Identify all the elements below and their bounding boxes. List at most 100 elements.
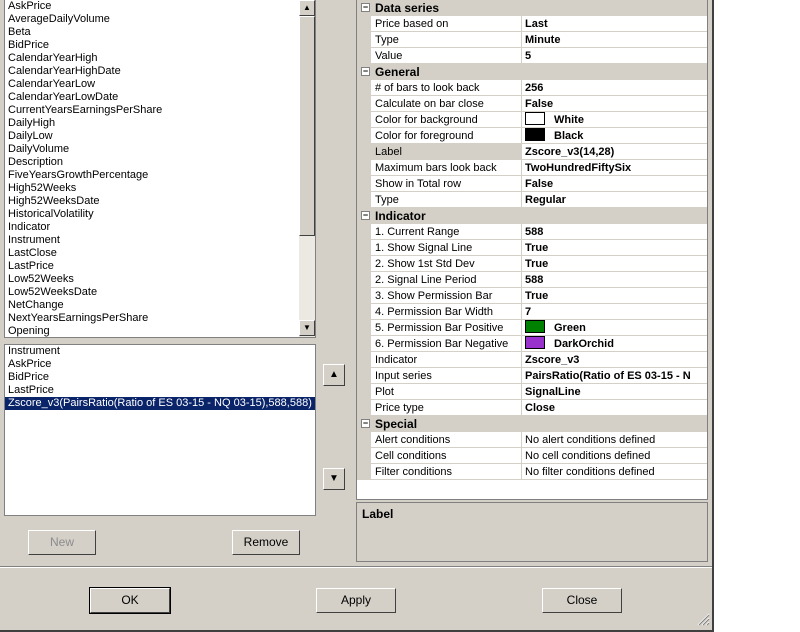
selected-column-item[interactable]: BidPrice <box>5 371 315 384</box>
property-value[interactable]: Last <box>522 16 707 32</box>
category-row[interactable]: − Indicator <box>357 208 707 224</box>
available-field-item[interactable]: CalendarYearLow <box>5 78 301 91</box>
selected-column-item[interactable]: AskPrice <box>5 358 315 371</box>
property-row[interactable]: 2. Signal Line Period 588 <box>357 272 707 288</box>
property-value[interactable]: PairsRatio(Ratio of ES 03-15 - N <box>522 368 707 384</box>
available-field-item[interactable]: DailyHigh <box>5 117 301 130</box>
property-row[interactable]: Input series PairsRatio(Ratio of ES 03-15… <box>357 368 707 384</box>
property-row[interactable]: Indicator Zscore_v3 <box>357 352 707 368</box>
available-field-item[interactable]: NextYearsEarningsPerShare <box>5 312 301 325</box>
resize-grip-icon[interactable] <box>696 612 710 626</box>
available-field-item[interactable]: CalendarYearLowDate <box>5 91 301 104</box>
category-row[interactable]: − Special <box>357 416 707 432</box>
available-field-item[interactable]: AverageDailyVolume <box>5 13 301 26</box>
remove-button[interactable]: Remove <box>232 530 300 555</box>
property-row[interactable]: 1. Show Signal Line True <box>357 240 707 256</box>
available-field-item[interactable]: Low52Weeks <box>5 273 301 286</box>
available-field-item[interactable]: NetChange <box>5 299 301 312</box>
available-field-item[interactable]: CalendarYearHigh <box>5 52 301 65</box>
property-row[interactable]: Maximum bars look back TwoHundredFiftySix <box>357 160 707 176</box>
apply-button[interactable]: Apply <box>316 588 396 613</box>
available-field-item[interactable]: FiveYearsGrowthPercentage <box>5 169 301 182</box>
property-row[interactable]: 4. Permission Bar Width 7 <box>357 304 707 320</box>
property-value[interactable]: No filter conditions defined <box>522 464 707 480</box>
category-row[interactable]: − Data series <box>357 0 707 16</box>
property-row[interactable]: Label Zscore_v3(14,28) <box>357 144 707 160</box>
scrollbar-thumb[interactable] <box>299 16 315 236</box>
property-row[interactable]: Type Regular <box>357 192 707 208</box>
available-field-item[interactable]: BidPrice <box>5 39 301 52</box>
property-row[interactable]: Type Minute <box>357 32 707 48</box>
available-field-item[interactable]: CurrentYearsEarningsPerShare <box>5 104 301 117</box>
available-field-item[interactable]: High52Weeks <box>5 182 301 195</box>
property-value[interactable]: Zscore_v3(14,28) <box>522 144 707 160</box>
property-row[interactable]: # of bars to look back 256 <box>357 80 707 96</box>
property-value[interactable]: True <box>522 288 707 304</box>
property-row[interactable]: 2. Show 1st Std Dev True <box>357 256 707 272</box>
collapse-minus-icon[interactable]: − <box>361 419 370 428</box>
available-field-item[interactable]: CalendarYearHighDate <box>5 65 301 78</box>
available-field-item[interactable]: DailyVolume <box>5 143 301 156</box>
selected-column-item[interactable]: Zscore_v3(PairsRatio(Ratio of ES 03-15 -… <box>5 397 315 410</box>
available-field-item[interactable]: Instrument <box>5 234 301 247</box>
collapse-minus-icon[interactable]: − <box>361 67 370 76</box>
available-field-item[interactable]: Description <box>5 156 301 169</box>
property-row[interactable]: 6. Permission Bar Negative DarkOrchid <box>357 336 707 352</box>
move-down-button[interactable]: ▼ <box>323 468 345 490</box>
available-field-item[interactable]: Opening <box>5 325 301 337</box>
category-row[interactable]: − General <box>357 64 707 80</box>
property-value[interactable]: Green <box>522 320 707 336</box>
move-up-button[interactable]: ▲ <box>323 364 345 386</box>
property-value[interactable]: Zscore_v3 <box>522 352 707 368</box>
property-row[interactable]: Show in Total row False <box>357 176 707 192</box>
property-row[interactable]: 3. Show Permission Bar True <box>357 288 707 304</box>
property-row[interactable]: Filter conditions No filter conditions de… <box>357 464 707 480</box>
scroll-down-icon[interactable]: ▼ <box>299 320 315 336</box>
property-value[interactable]: Minute <box>522 32 707 48</box>
property-row[interactable]: 1. Current Range 588 <box>357 224 707 240</box>
property-value[interactable]: Regular <box>522 192 707 208</box>
property-row[interactable]: Calculate on bar close False <box>357 96 707 112</box>
available-fields-list[interactable]: AskPrice AverageDailyVolume Beta BidPrice Ca… <box>4 0 316 338</box>
property-row[interactable]: Cell conditions No cell conditions define… <box>357 448 707 464</box>
selected-column-item[interactable]: LastPrice <box>5 384 315 397</box>
property-value[interactable]: No alert conditions defined <box>522 432 707 448</box>
property-value[interactable]: False <box>522 96 707 112</box>
property-value[interactable]: 5 <box>522 48 707 64</box>
ok-button[interactable]: OK <box>89 587 171 614</box>
property-value[interactable]: No cell conditions defined <box>522 448 707 464</box>
available-field-item[interactable]: LastPrice <box>5 260 301 273</box>
property-row[interactable]: Value 5 <box>357 48 707 64</box>
available-field-item[interactable]: Indicator <box>5 221 301 234</box>
property-row[interactable]: Price based on Last <box>357 16 707 32</box>
property-value[interactable]: Black <box>522 128 707 144</box>
property-value[interactable]: True <box>522 256 707 272</box>
property-value[interactable]: True <box>522 240 707 256</box>
available-field-item[interactable]: Beta <box>5 26 301 39</box>
available-field-item[interactable]: Low52WeeksDate <box>5 286 301 299</box>
property-row[interactable]: Price type Close <box>357 400 707 416</box>
close-button[interactable]: Close <box>542 588 622 613</box>
property-value[interactable]: SignalLine <box>522 384 707 400</box>
selected-column-item[interactable]: Instrument <box>5 345 315 358</box>
available-field-item[interactable]: LastClose <box>5 247 301 260</box>
property-value[interactable]: 7 <box>522 304 707 320</box>
property-row[interactable]: Alert conditions No alert conditions defi… <box>357 432 707 448</box>
available-fields-scrollbar[interactable]: ▲ ▼ <box>299 0 315 337</box>
collapse-minus-icon[interactable]: − <box>361 211 370 220</box>
available-field-item[interactable]: High52WeeksDate <box>5 195 301 208</box>
property-row[interactable]: Color for background White <box>357 112 707 128</box>
collapse-minus-icon[interactable]: − <box>361 3 370 12</box>
property-value[interactable]: 256 <box>522 80 707 96</box>
property-value[interactable]: DarkOrchid <box>522 336 707 352</box>
property-row[interactable]: 5. Permission Bar Positive Green <box>357 320 707 336</box>
available-field-item[interactable]: HistoricalVolatility <box>5 208 301 221</box>
property-value[interactable]: False <box>522 176 707 192</box>
selected-columns-list[interactable]: Instrument AskPrice BidPrice LastPrice Zscor… <box>4 344 316 516</box>
available-field-item[interactable]: DailyLow <box>5 130 301 143</box>
property-grid[interactable]: − Data series Price based on Last Type Minute… <box>356 0 708 500</box>
new-button[interactable]: New <box>28 530 96 555</box>
available-field-item[interactable]: AskPrice <box>5 0 301 13</box>
property-value[interactable]: TwoHundredFiftySix <box>522 160 707 176</box>
property-row[interactable]: Color for foreground Black <box>357 128 707 144</box>
